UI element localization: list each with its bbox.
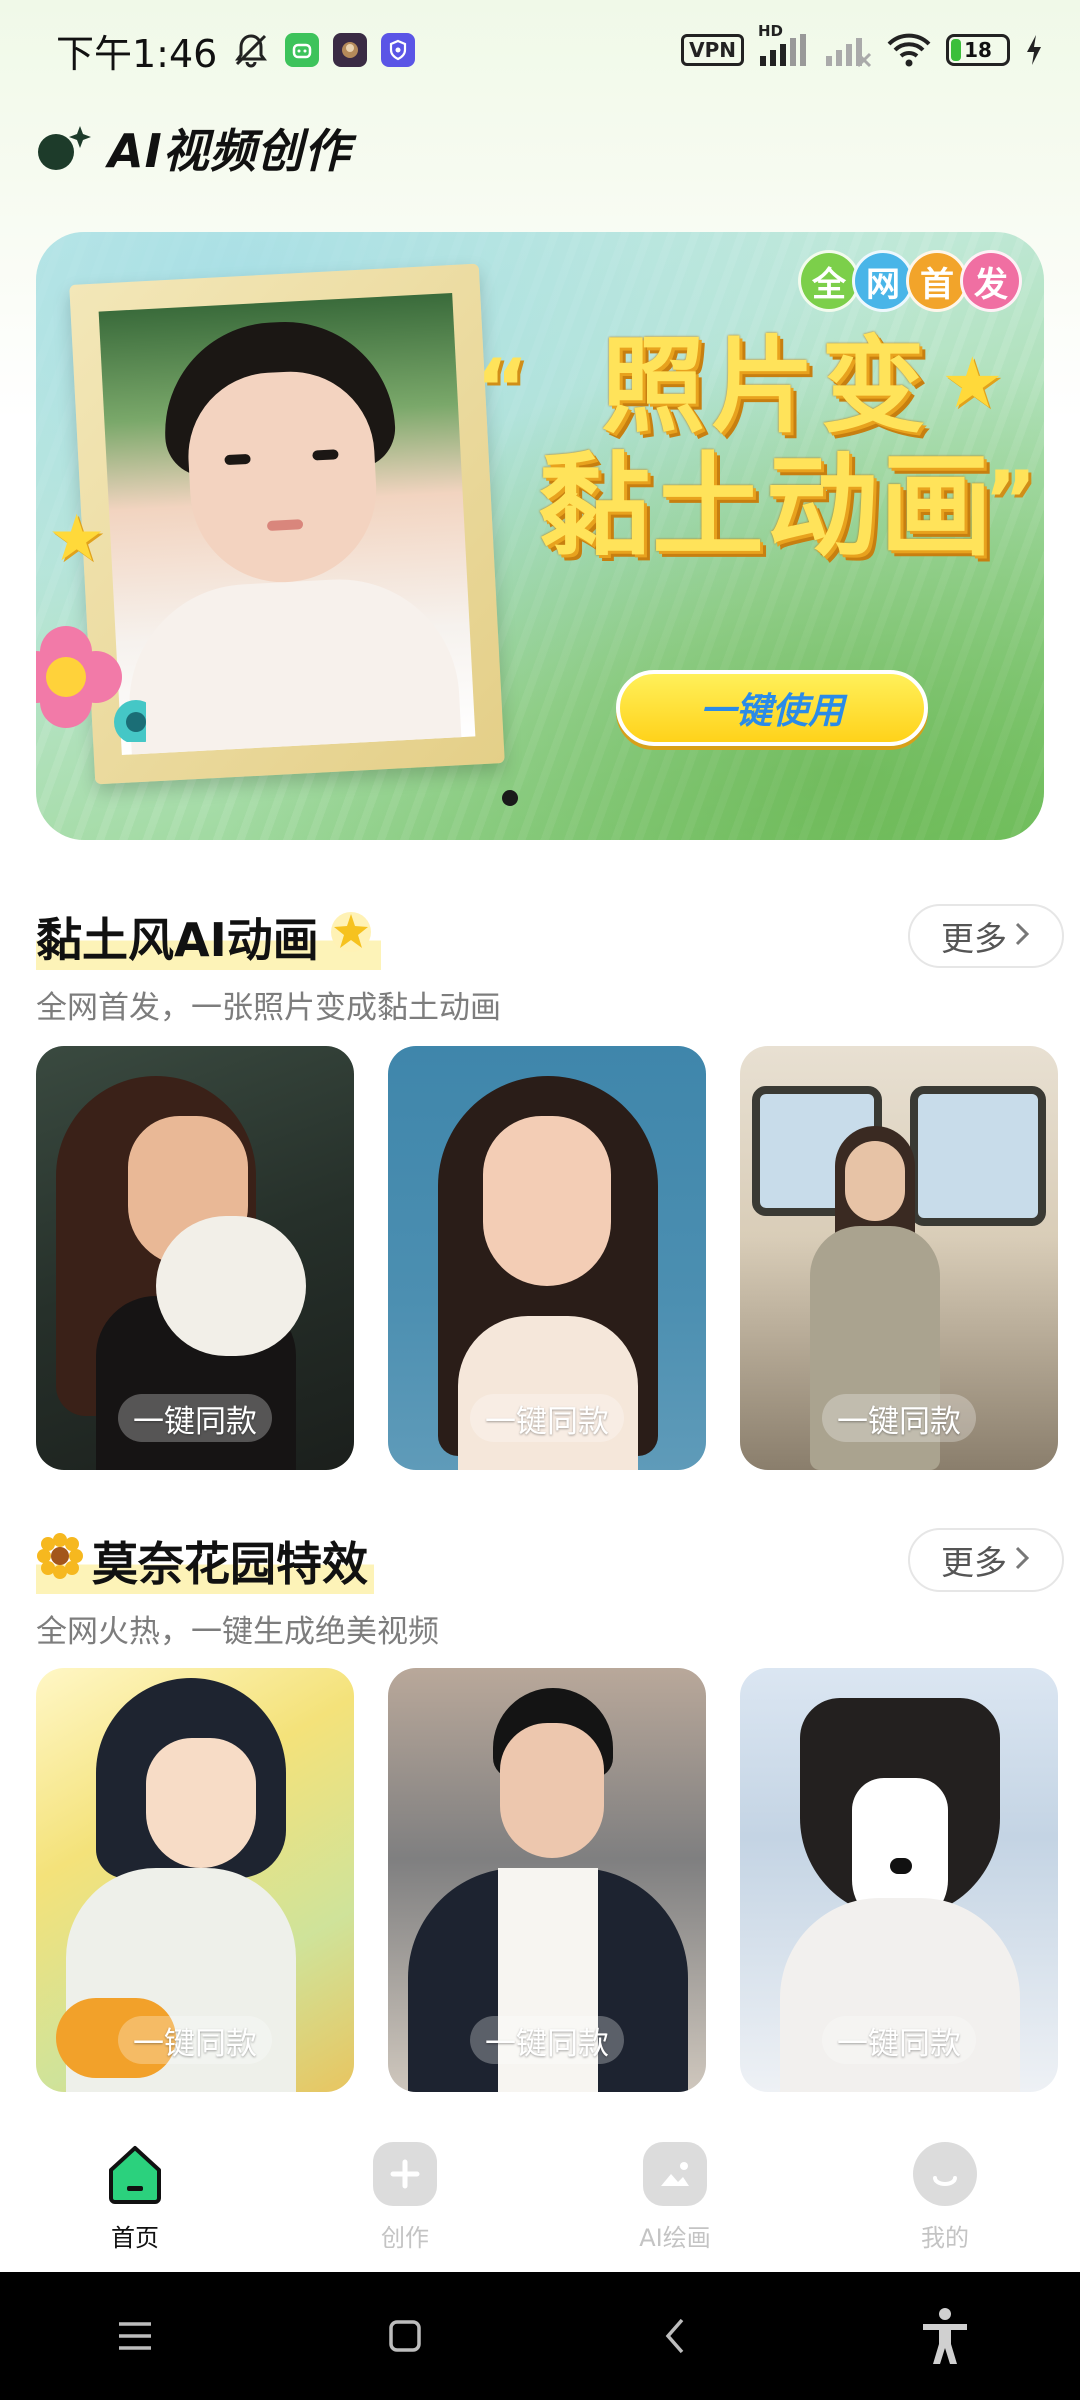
menu-icon[interactable] — [75, 2296, 195, 2376]
section-title-text: 黏土风AI动画 — [36, 913, 319, 967]
banner-headline: 照片变 黏土动画 — [506, 327, 1026, 569]
wifi-icon — [886, 32, 932, 68]
game-app-icon — [333, 33, 368, 67]
card-label: 一键同款 — [118, 1394, 272, 1442]
first-launch-badge: 全 网 首 发 — [798, 250, 1022, 312]
card-label: 一键同款 — [822, 1394, 976, 1442]
badge-char: 发 — [960, 250, 1022, 312]
battery-level: 18 — [964, 38, 992, 62]
star-icon: ★ — [48, 502, 106, 576]
image-icon — [643, 2141, 707, 2206]
sparkle-star-icon — [327, 908, 375, 967]
signal-no-service-icon — [824, 32, 872, 68]
bottom-navigation: 首页 创作 AI绘画 我的 — [0, 2122, 1080, 2272]
pagination-dot-active[interactable] — [502, 790, 518, 806]
badge-char: 网 — [852, 250, 914, 312]
nav-label: 我的 — [921, 2223, 969, 2252]
card-label: 一键同款 — [470, 1394, 624, 1442]
card-label: 一键同款 — [470, 2016, 624, 2064]
nav-home[interactable]: 首页 — [35, 2142, 235, 2253]
banner-pagination — [502, 790, 518, 806]
sunflower-icon — [36, 1532, 84, 1591]
template-card[interactable]: 一键同款 — [740, 1046, 1058, 1470]
card-label: 一键同款 — [118, 2016, 272, 2064]
headline-line-2: 黏土动画 — [538, 442, 994, 572]
template-card[interactable]: 一键同款 — [388, 1668, 706, 2092]
banner-portrait-image — [98, 293, 476, 755]
flower-icon — [36, 622, 158, 744]
nav-profile[interactable]: 我的 — [845, 2141, 1045, 2253]
charging-bolt-icon — [1024, 33, 1044, 67]
status-time: 下午1:46 — [56, 31, 218, 76]
network-type-label: HD — [758, 22, 784, 40]
section-subtitle: 全网首发，一张照片变成黏土动画 — [36, 990, 501, 1026]
android-app-icon — [285, 33, 320, 67]
home-square-icon[interactable] — [345, 2296, 465, 2376]
promo-banner[interactable]: 全 网 首 发 ★ ★ “ ” 照片变 黏土动画 一键使用 — [36, 232, 1044, 840]
chevron-right-icon — [1013, 917, 1031, 956]
template-card[interactable]: 一键同款 — [388, 1046, 706, 1470]
battery-indicator: 18 — [946, 34, 1010, 66]
section-monet-garden: 莫奈花园特效 全网火热，一键生成绝美视频 更多 — [36, 1528, 1064, 1651]
card-label: 一键同款 — [822, 2016, 976, 2064]
card-row: 一键同款 一键同款 一键同款 — [36, 1668, 1058, 2092]
template-card[interactable]: 一键同款 — [740, 1668, 1058, 2092]
card-row: 一键同款 一键同款 一键同款 — [36, 1046, 1058, 1470]
template-card[interactable]: 一键同款 — [36, 1668, 354, 2092]
accessibility-icon[interactable] — [885, 2296, 1005, 2376]
nav-label: AI绘画 — [639, 2223, 711, 2252]
profile-icon — [913, 2141, 977, 2206]
plus-icon — [373, 2141, 437, 2206]
status-bar: 下午1:46 VPN HD 18 — [0, 0, 1080, 100]
home-icon — [103, 2142, 167, 2206]
headline-line-1: 照片变 — [600, 325, 931, 447]
section-title: 黏土风AI动画 — [36, 904, 381, 970]
system-navigation-bar — [0, 2272, 1080, 2400]
more-button-label: 更多 — [941, 1543, 1007, 1582]
back-icon[interactable] — [615, 2296, 735, 2376]
section-title-text: 莫奈花园特效 — [92, 1537, 368, 1591]
shield-app-icon — [381, 33, 416, 67]
muted-bell-icon — [231, 30, 271, 70]
nav-create[interactable]: 创作 — [305, 2141, 505, 2253]
nav-label: 首页 — [111, 2223, 159, 2252]
section-title: 莫奈花园特效 — [36, 1528, 374, 1594]
nav-label: 创作 — [381, 2223, 429, 2252]
chevron-right-icon — [1013, 1541, 1031, 1580]
app-logo-icon — [36, 122, 98, 174]
app-title: AI视频创作 — [108, 124, 351, 178]
banner-use-button[interactable]: 一键使用 — [616, 670, 928, 746]
badge-char: 首 — [906, 250, 968, 312]
more-button[interactable]: 更多 — [908, 1528, 1064, 1592]
more-button[interactable]: 更多 — [908, 904, 1064, 968]
nav-ai-drawing[interactable]: AI绘画 — [575, 2141, 775, 2253]
vpn-badge: VPN — [681, 34, 744, 66]
signal-hd-icon: HD — [758, 22, 810, 68]
app-header: AI视频创作 — [36, 118, 351, 178]
section-subtitle: 全网火热，一键生成绝美视频 — [36, 1614, 439, 1650]
template-card[interactable]: 一键同款 — [36, 1046, 354, 1470]
section-clay-animation: 黏土风AI动画 全网首发，一张照片变成黏土动画 更多 — [36, 904, 1064, 1027]
more-button-label: 更多 — [941, 919, 1007, 958]
badge-char: 全 — [798, 250, 860, 312]
